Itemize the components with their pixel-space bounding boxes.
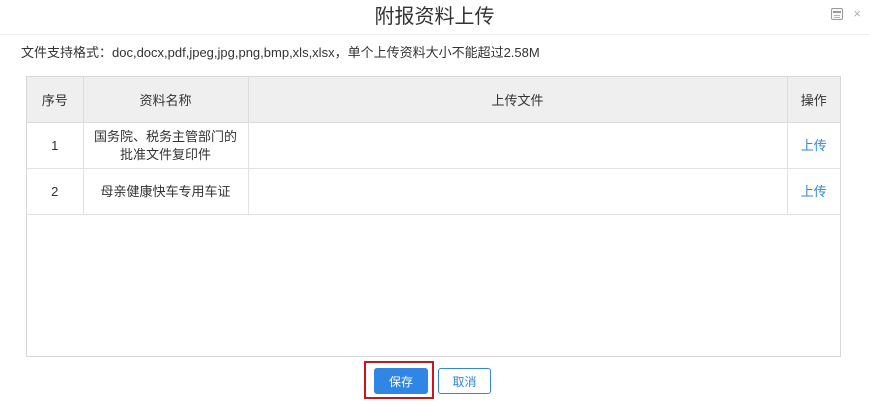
row-file <box>248 168 788 215</box>
format-note: 文件支持格式：doc,docx,pdf,jpeg,jpg,png,bmp,xls… <box>21 45 540 60</box>
dialog-footer: 保存 取消 <box>0 361 869 399</box>
upload-link-label[interactable]: 上传 <box>801 184 827 199</box>
upload-link-label[interactable]: 上传 <box>801 138 827 153</box>
row-index: 2 <box>27 168 84 215</box>
header-index: 序号 <box>27 77 84 123</box>
row-name: 国务院、税务主管部门的 批准文件复印件 <box>83 122 249 169</box>
row-name: 母亲健康快车专用车证 <box>83 168 249 215</box>
table-row: 1 国务院、税务主管部门的 批准文件复印件 上传 <box>27 122 840 169</box>
header-file: 上传文件 <box>248 77 788 123</box>
row-file <box>248 122 788 169</box>
save-button[interactable]: 保存 <box>374 368 428 394</box>
title-icons: × <box>831 7 861 20</box>
upload-link[interactable]: 上传 <box>787 122 840 169</box>
cancel-button[interactable]: 取消 <box>438 368 491 394</box>
table-row: 2 母亲健康快车专用车证 上传 <box>27 168 840 215</box>
header-name: 资料名称 <box>83 77 249 123</box>
header-action: 操作 <box>787 77 840 123</box>
close-icon[interactable]: × <box>853 7 861 20</box>
maximize-icon[interactable] <box>831 8 844 20</box>
row-index: 1 <box>27 122 84 169</box>
title-divider <box>0 34 869 35</box>
attachment-table: 序号 资料名称 上传文件 操作 1 国务院、税务主管部门的 批准文件复印件 上传… <box>26 76 841 357</box>
upload-link[interactable]: 上传 <box>787 168 840 215</box>
table-header-row: 序号 资料名称 上传文件 操作 <box>27 77 840 123</box>
dialog-title: 附报资料上传 <box>374 6 495 28</box>
